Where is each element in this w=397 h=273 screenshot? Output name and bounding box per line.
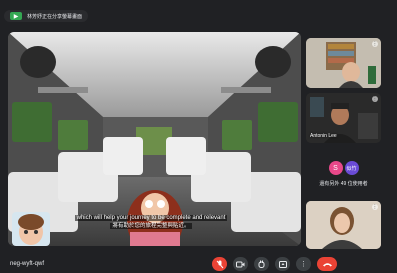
participant-tile-1[interactable]: ⋮ (306, 38, 381, 88)
present-icon[interactable] (275, 257, 290, 271)
camera-icon[interactable] (233, 257, 248, 271)
live-captions: which will help your journey to be compl… (66, 214, 236, 230)
participant-avatars: S 似竹 (328, 161, 359, 175)
others-count-label: 還有另外 49 位使用者 (319, 181, 368, 187)
other-participants-tile[interactable]: S 似竹 還有另外 49 位使用者 (306, 151, 381, 197)
participant-tile-4[interactable]: ⋮ (306, 201, 381, 249)
presenting-label: 林芳妤正在分享螢幕畫面 (27, 13, 83, 20)
more-options-icon[interactable]: ⋮ (296, 257, 311, 271)
present-screen-icon: ▶ (10, 12, 22, 20)
self-avatar-icon (18, 214, 44, 245)
caption-english: which will help your journey to be compl… (74, 215, 228, 221)
raise-hand-icon[interactable] (254, 257, 269, 271)
top-bar: ▶ 林芳妤正在分享螢幕畫面 (4, 8, 393, 24)
tile-more-icon[interactable]: ⋮ (372, 96, 378, 102)
avatar-sizhu: 似竹 (344, 161, 359, 175)
self-avatar-tile (12, 212, 50, 246)
participant-video-1 (306, 38, 381, 88)
end-call-icon[interactable] (317, 257, 337, 271)
caption-chinese: 將有助於您的旅程完整與貼近。 (110, 223, 192, 229)
tile-more-icon[interactable]: ⋮ (372, 41, 378, 47)
mic-off-icon[interactable] (212, 257, 227, 271)
presenting-chip[interactable]: ▶ 林芳妤正在分享螢幕畫面 (4, 10, 89, 22)
bottom-control-bar: neg-wyft-qwf ⋮ (0, 255, 397, 273)
call-controls: ⋮ (212, 257, 337, 271)
meeting-code: neg-wyft-qwf (10, 261, 45, 267)
participant-tile-2[interactable]: ⋮ Antonin Lee (306, 93, 381, 143)
participant-video-4 (306, 201, 381, 249)
avatar-s: S (328, 161, 343, 175)
tile-more-icon[interactable]: ⋮ (372, 204, 378, 210)
participant-name: Antonin Lee (310, 133, 337, 139)
